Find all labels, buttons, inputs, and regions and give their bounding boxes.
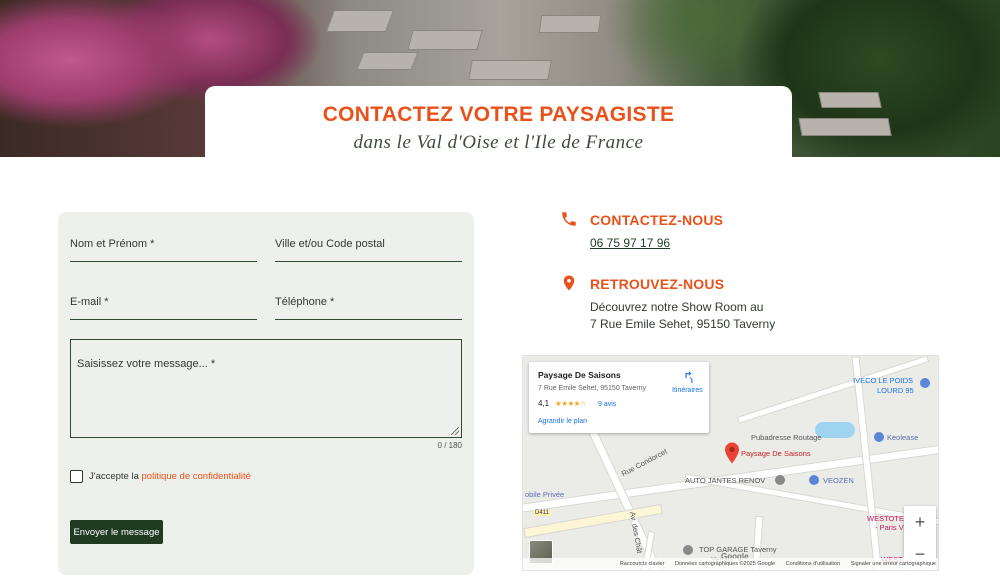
privacy-policy-link[interactable]: politique de confidentialité — [142, 471, 251, 482]
place-name: Paysage De Saisons — [538, 370, 621, 380]
showroom-address: 7 Rue Emile Sehet, 95150 Taverny — [590, 317, 776, 331]
consent-text: J'accepte la — [89, 471, 142, 482]
terms-link[interactable]: Conditions d'utilisation — [786, 561, 841, 567]
report-error-link[interactable]: Signaler une erreur cartographique — [851, 561, 936, 567]
poi-auto-jantes-icon[interactable] — [775, 475, 785, 485]
email-field[interactable]: E-mail * — [70, 296, 257, 320]
rating-stars-icon: ★★★★☆ — [555, 399, 587, 408]
hero-title-card: CONTACTEZ VOTRE PAYSAGISTE dans le Val d… — [205, 86, 792, 157]
enlarge-map-link[interactable]: Agrandir le plan — [538, 418, 587, 425]
path-stone — [407, 30, 483, 50]
reviews-link[interactable]: 9 avis — [598, 401, 616, 408]
place-address: 7 Rue Emile Sehet, 95150 Taverny — [538, 385, 647, 392]
page-subtitle: dans le Val d'Oise et l'Ile de France — [353, 132, 644, 153]
name-field-label: Nom et Prénom * — [70, 238, 155, 250]
phone-field-label: Téléphone * — [275, 296, 335, 308]
location-heading: RETROUVEZ-NOUS — [590, 276, 725, 292]
map-footer: Raccourcis clavier Données cartographiqu… — [523, 558, 938, 570]
phone-icon — [562, 212, 576, 226]
poi-mobile-label: obile Privée — [525, 490, 565, 499]
contact-form: Nom et Prénom * Ville et/ou Code postal … — [58, 212, 474, 575]
place-rating: 4,1 — [538, 399, 550, 408]
path-stone — [798, 118, 892, 136]
directions-link[interactable]: Itinéraires — [672, 387, 703, 394]
poi-iveco-label-2: LOURD 95 — [877, 386, 914, 395]
poi-veozen-label: VEOZEN — [823, 476, 854, 485]
poi-keolease-label: Keolease — [887, 433, 919, 442]
marker-label: Paysage De Saisons — [741, 449, 811, 458]
email-field-label: E-mail * — [70, 296, 109, 308]
directions-icon[interactable] — [682, 370, 696, 384]
name-field[interactable]: Nom et Prénom * — [70, 238, 257, 262]
poi-westotel-label-2: - Paris V — [875, 523, 904, 532]
poi-pubadresse-label: Pubadresse Routage — [751, 433, 822, 442]
page-title: CONTACTEZ VOTRE PAYSAGISTE — [322, 103, 675, 126]
hero-banner: CONTACTEZ VOTRE PAYSAGISTE dans le Val d… — [0, 0, 1000, 157]
google-map[interactable]: Paysage De Saisons 7 Rue Emile Sehet, 95… — [522, 355, 939, 571]
path-stone — [356, 52, 419, 70]
poi-iveco-icon[interactable] — [920, 378, 930, 388]
consent-label: J'accepte la politique de confidentialit… — [89, 471, 251, 482]
path-stone — [325, 10, 395, 32]
contact-heading: CONTACTEZ-NOUS — [590, 212, 724, 228]
location-marker-icon[interactable] — [725, 442, 739, 464]
keyboard-shortcuts-link[interactable]: Raccourcis clavier — [620, 561, 665, 567]
path-stone — [468, 60, 552, 80]
place-card: Paysage De Saisons 7 Rue Emile Sehet, 95… — [529, 362, 709, 433]
poi-auto-jantes-label: AUTO JANTES RENOV — [685, 476, 766, 485]
message-placeholder: Saisissez votre message... * — [77, 358, 216, 370]
phone-number-link[interactable]: 06 75 97 17 96 — [590, 236, 670, 250]
map-pin-icon — [563, 275, 575, 291]
poi-veozen-icon[interactable] — [809, 475, 819, 485]
poi-iveco-label: IVECO LE POIDS — [853, 376, 914, 385]
city-field[interactable]: Ville et/ou Code postal — [275, 238, 462, 262]
zoom-in-button[interactable]: + — [904, 506, 936, 538]
street-condorcet-label: Rue Condorcet — [619, 446, 669, 479]
submit-button[interactable]: Envoyer le message — [70, 520, 163, 544]
consent-checkbox[interactable] — [70, 470, 83, 483]
character-counter: 0 / 180 — [437, 441, 462, 450]
road-d411-label: D411 — [533, 510, 551, 516]
showroom-text: Découvrez notre Show Room au — [590, 300, 764, 314]
message-textarea[interactable]: Saisissez votre message... * — [70, 339, 462, 438]
path-stone — [818, 92, 882, 108]
poi-westotel-label: WESTOTEL — [867, 514, 909, 523]
poi-keolease-icon[interactable] — [874, 432, 884, 442]
city-field-label: Ville et/ou Code postal — [275, 238, 385, 250]
map-data-credit: Données cartographiques ©2025 Google — [674, 561, 776, 567]
path-stone — [538, 15, 602, 33]
phone-field[interactable]: Téléphone * — [275, 296, 462, 320]
poi-top-garage-icon[interactable] — [683, 545, 693, 555]
resize-handle-icon[interactable] — [451, 427, 459, 435]
